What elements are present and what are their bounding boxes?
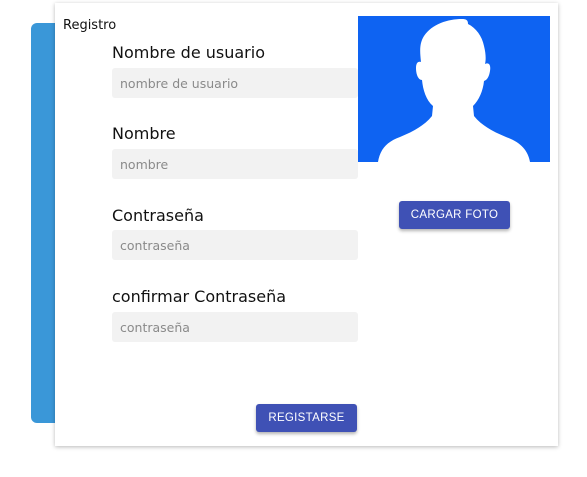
name-input[interactable] bbox=[112, 149, 358, 179]
registration-card: Registro Nombre de usuario Nombre Contra… bbox=[55, 3, 558, 446]
confirm-password-input[interactable] bbox=[112, 312, 358, 342]
card-title: Registro bbox=[63, 18, 117, 33]
user-silhouette-icon bbox=[378, 19, 530, 162]
name-label: Nombre bbox=[112, 124, 176, 143]
password-label: Contraseña bbox=[112, 206, 204, 225]
username-label: Nombre de usuario bbox=[112, 43, 265, 62]
password-input[interactable] bbox=[112, 230, 358, 260]
username-input[interactable] bbox=[112, 68, 358, 98]
profile-photo bbox=[358, 16, 550, 162]
register-button[interactable]: REGISTARSE bbox=[256, 404, 357, 432]
upload-photo-button[interactable]: CARGAR FOTO bbox=[399, 201, 510, 229]
confirm-password-label: confirmar Contraseña bbox=[112, 287, 287, 306]
